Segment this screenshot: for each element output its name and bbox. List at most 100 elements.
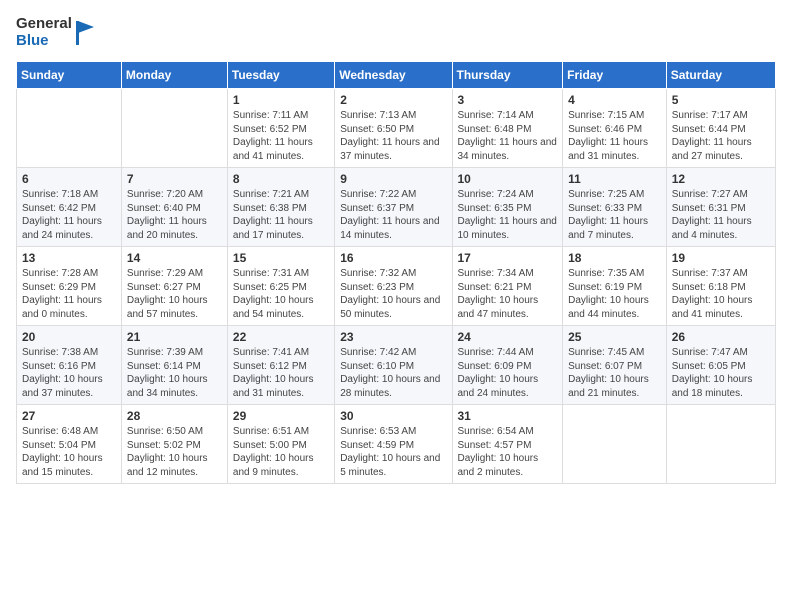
cell-info: Sunrise: 7:27 AM — [672, 188, 770, 202]
calendar-week-row: 20Sunrise: 7:38 AMSunset: 6:16 PMDayligh… — [17, 326, 776, 405]
day-number: 6 — [22, 172, 116, 186]
calendar-cell: 3Sunrise: 7:14 AMSunset: 6:48 PMDaylight… — [452, 89, 563, 168]
cell-info: Daylight: 10 hours and 15 minutes. — [22, 452, 116, 479]
cell-info: Sunrise: 7:41 AM — [233, 346, 329, 360]
cell-info: Sunset: 6:38 PM — [233, 202, 329, 216]
cell-info: Daylight: 11 hours and 10 minutes. — [458, 215, 558, 242]
cell-info: Sunrise: 7:11 AM — [233, 109, 329, 123]
cell-info: Sunrise: 7:28 AM — [22, 267, 116, 281]
cell-info: Sunset: 6:21 PM — [458, 281, 558, 295]
cell-info: Daylight: 11 hours and 34 minutes. — [458, 136, 558, 163]
calendar-week-row: 13 Sunrise: 7:28 AMSunset: 6:29 PM Dayligh… — [17, 247, 776, 326]
cell-info: Daylight: 10 hours and 5 minutes. — [340, 452, 446, 479]
cell-info: Sunrise: 7:32 AM — [340, 267, 446, 281]
day-number: 28 — [127, 409, 222, 423]
cell-info: Daylight: 10 hours and 9 minutes. — [233, 452, 329, 479]
cell-info: Sunrise: 7:45 AM — [568, 346, 661, 360]
cell-info: Sunrise: 7:31 AM — [233, 267, 329, 281]
calendar-week-row: 1Sunrise: 7:11 AMSunset: 6:52 PMDaylight… — [17, 89, 776, 168]
calendar-cell: 14Sunrise: 7:29 AMSunset: 6:27 PMDayligh… — [121, 247, 227, 326]
cell-info: Sunset: 6:52 PM — [233, 123, 329, 137]
cell-info: Sunset: 6:46 PM — [568, 123, 661, 137]
cell-info: Daylight: 11 hours and 4 minutes. — [672, 215, 770, 242]
cell-info: Daylight: 11 hours and 17 minutes. — [233, 215, 329, 242]
cell-info: Sunset: 6:05 PM — [672, 360, 770, 374]
cell-info: Sunrise: 7:25 AM — [568, 188, 661, 202]
calendar-cell: 24Sunrise: 7:44 AMSunset: 6:09 PMDayligh… — [452, 326, 563, 405]
calendar-cell: 13Sunrise: 7:28 AMSunset: 6:29 PMDayligh… — [17, 247, 122, 326]
cell-info: Sunrise: 7:34 AM — [458, 267, 558, 281]
cell-info: Sunset: 5:02 PM — [127, 439, 222, 453]
day-number: 31 — [458, 409, 558, 423]
weekday-header-cell: Wednesday — [335, 62, 452, 89]
calendar-cell: 12Sunrise: 7:27 AMSunset: 6:31 PMDayligh… — [666, 168, 775, 247]
cell-info: Daylight: 10 hours and 37 minutes. — [22, 373, 116, 400]
cell-info: Daylight: 11 hours and 14 minutes. — [340, 215, 446, 242]
cell-info: Sunrise: 7:29 AM — [127, 267, 222, 281]
weekday-header-cell: Monday — [121, 62, 227, 89]
cell-info: Sunrise: 7:44 AM — [458, 346, 558, 360]
cell-info: Sunset: 6:42 PM — [22, 202, 116, 216]
cell-info: Sunrise: 7:22 AM — [340, 188, 446, 202]
cell-info: Sunset: 4:59 PM — [340, 439, 446, 453]
cell-info: Sunrise: 7:37 AM — [672, 267, 770, 281]
calendar-cell: 1Sunrise: 7:11 AMSunset: 6:52 PMDaylight… — [227, 89, 334, 168]
weekday-header-cell: Thursday — [452, 62, 563, 89]
cell-info: Sunset: 6:35 PM — [458, 202, 558, 216]
cell-info: Daylight: 10 hours and 41 minutes. — [672, 294, 770, 321]
calendar-cell: 27Sunrise: 6:48 AMSunset: 5:04 PMDayligh… — [17, 405, 122, 484]
cell-info: Daylight: 10 hours and 28 minutes. — [340, 373, 446, 400]
cell-info: Sunset: 6:50 PM — [340, 123, 446, 137]
cell-info: Sunset: 6:31 PM — [672, 202, 770, 216]
day-number: 8 — [233, 172, 329, 186]
calendar-cell: 16Sunrise: 7:32 AMSunset: 6:23 PMDayligh… — [335, 247, 452, 326]
day-number: 25 — [568, 330, 661, 344]
cell-info: Sunset: 5:04 PM — [22, 439, 116, 453]
cell-info: Sunset: 5:00 PM — [233, 439, 329, 453]
day-number: 9 — [340, 172, 446, 186]
day-number: 13 — [22, 251, 116, 265]
cell-info: Daylight: 10 hours and 12 minutes. — [127, 452, 222, 479]
cell-info: Daylight: 10 hours and 57 minutes. — [127, 294, 222, 321]
weekday-header-cell: Saturday — [666, 62, 775, 89]
cell-info: Daylight: 10 hours and 21 minutes. — [568, 373, 661, 400]
cell-info: Sunrise: 7:38 AM — [22, 346, 116, 360]
logo-flag-icon — [74, 19, 96, 47]
calendar-cell — [17, 89, 122, 168]
logo-text-blue: Blue — [16, 33, 72, 50]
cell-info: Daylight: 10 hours and 54 minutes. — [233, 294, 329, 321]
weekday-header-row: SundayMondayTuesdayWednesdayThursdayFrid… — [17, 62, 776, 89]
cell-info: Sunrise: 6:53 AM — [340, 425, 446, 439]
day-number: 21 — [127, 330, 222, 344]
logo-mark: General Blue — [16, 16, 96, 49]
calendar-cell: 18Sunrise: 7:35 AMSunset: 6:19 PMDayligh… — [563, 247, 667, 326]
calendar-cell: 11Sunrise: 7:25 AMSunset: 6:33 PMDayligh… — [563, 168, 667, 247]
calendar-cell: 31Sunrise: 6:54 AMSunset: 4:57 PMDayligh… — [452, 405, 563, 484]
day-number: 14 — [127, 251, 222, 265]
cell-info: Daylight: 11 hours and 41 minutes. — [233, 136, 329, 163]
cell-info: Daylight: 10 hours and 34 minutes. — [127, 373, 222, 400]
cell-info: Sunset: 6:09 PM — [458, 360, 558, 374]
calendar-cell: 6 Sunrise: 7:18 AMSunset: 6:42 PMDaylight… — [17, 168, 122, 247]
cell-info: Sunrise: 7:35 AM — [568, 267, 661, 281]
cell-info: Sunrise: 7:18 AM — [22, 188, 116, 202]
logo-text-general: General — [16, 16, 72, 33]
cell-info: Sunset: 6:44 PM — [672, 123, 770, 137]
cell-info: Sunrise: 7:17 AM — [672, 109, 770, 123]
cell-info: Daylight: 11 hours and 24 minutes. — [22, 215, 116, 242]
calendar-cell — [121, 89, 227, 168]
cell-info: Sunrise: 6:51 AM — [233, 425, 329, 439]
weekday-header-cell: Sunday — [17, 62, 122, 89]
cell-info: Sunrise: 7:24 AM — [458, 188, 558, 202]
cell-info: Daylight: 10 hours and 18 minutes. — [672, 373, 770, 400]
cell-info: Sunrise: 6:48 AM — [22, 425, 116, 439]
cell-info: Sunrise: 7:39 AM — [127, 346, 222, 360]
calendar-cell: 7Sunrise: 7:20 AMSunset: 6:40 PMDaylight… — [121, 168, 227, 247]
cell-info: Daylight: 10 hours and 31 minutes. — [233, 373, 329, 400]
cell-info: Daylight: 11 hours and 37 minutes. — [340, 136, 446, 163]
cell-info: Daylight: 10 hours and 2 minutes. — [458, 452, 558, 479]
cell-info: Sunset: 6:29 PM — [22, 281, 116, 295]
cell-info: Sunset: 6:10 PM — [340, 360, 446, 374]
calendar-cell: 2Sunrise: 7:13 AMSunset: 6:50 PMDaylight… — [335, 89, 452, 168]
weekday-header-cell: Tuesday — [227, 62, 334, 89]
